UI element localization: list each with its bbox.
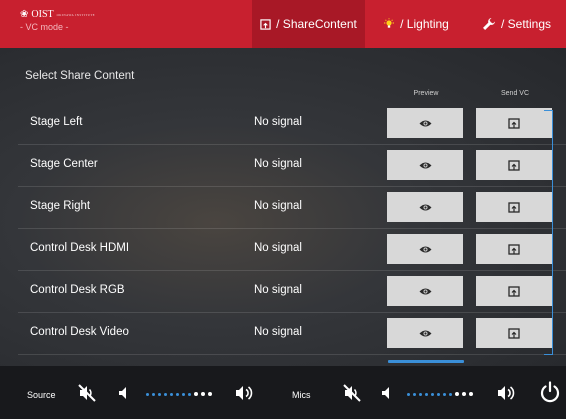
preview-button[interactable] [387,318,463,348]
eye-icon [419,119,432,128]
preview-button[interactable] [387,192,463,222]
source-row: Stage Right No signal [18,187,566,229]
send-vc-button[interactable] [476,234,552,264]
share-content-panel: Select Share Content Preview Send VC Sta… [0,48,566,366]
share-screen-icon [508,201,520,213]
section-title: Select Share Content [25,70,135,82]
send-vc-button[interactable] [476,108,552,138]
share-screen-icon [508,243,520,255]
volume-level-dot [182,392,185,396]
lightbulb-icon [384,18,395,28]
wrench-icon [482,18,495,30]
source-label: Source [27,390,56,400]
volume-level-dot [194,392,198,396]
volume-level-dot [455,392,459,396]
eye-icon [419,203,432,212]
source-mute-icon[interactable] [76,382,98,404]
volume-level-dot [462,392,466,396]
send-vc-column-header: Send VC [500,90,530,97]
source-name: Stage Left [30,116,83,128]
source-row: Stage Left No signal [18,103,566,145]
source-volume-up-icon[interactable] [234,382,256,404]
source-name: Control Desk Video [30,326,129,338]
mics-volume-down-icon[interactable] [377,382,399,404]
scroll-indicator[interactable] [388,360,464,363]
share-screen-icon [260,18,271,30]
volume-level-dot [201,392,205,396]
source-row: Control Desk RGB No signal [18,271,566,313]
power-icon[interactable] [538,380,562,404]
selection-bracket [544,110,553,355]
tab-sharecontent[interactable]: / ShareContent [252,0,365,48]
volume-level-dot [170,392,173,396]
signal-status: No signal [254,326,302,338]
volume-level-dot [419,392,422,396]
eye-icon [419,287,432,296]
volume-level-dot [443,392,446,396]
mics-mute-icon[interactable] [341,382,363,404]
send-vc-button[interactable] [476,318,552,348]
header-bar: ❀ OIST OKINAWA INSTITUTE - VC mode - / S… [0,0,566,48]
signal-status: No signal [254,158,302,170]
source-name: Stage Center [30,158,98,170]
send-vc-button[interactable] [476,150,552,180]
preview-button[interactable] [387,276,463,306]
source-volume-slider[interactable] [146,390,212,398]
eye-icon [419,161,432,170]
volume-level-dot [188,392,191,396]
send-vc-button[interactable] [476,192,552,222]
audio-footer: Source Mics [0,366,566,419]
preview-button[interactable] [387,234,463,264]
mics-volume-up-icon[interactable] [496,382,518,404]
source-name: Control Desk RGB [30,284,125,296]
volume-level-dot [208,392,212,396]
volume-level-dot [176,392,179,396]
volume-level-dot [449,392,452,396]
share-screen-icon [508,117,520,129]
source-volume-down-icon[interactable] [114,382,136,404]
tab-lighting[interactable]: / Lighting [365,0,467,48]
eye-icon [419,329,432,338]
source-name: Stage Right [30,200,91,212]
source-row: Control Desk Video No signal [18,313,566,355]
oist-logo: ❀ OIST OKINAWA INSTITUTE [20,9,96,20]
preview-column-header: Preview [413,90,439,97]
preview-button[interactable] [387,150,463,180]
signal-status: No signal [254,200,302,212]
mode-label: - VC mode - [20,22,69,32]
volume-level-dot [146,392,149,396]
logo-mark-icon: ❀ [20,9,29,20]
volume-level-dot [469,392,473,396]
source-row: Control Desk HDMI No signal [18,229,566,271]
volume-level-dot [164,392,167,396]
volume-level-dot [158,392,161,396]
volume-level-dot [407,392,410,396]
tab-bar: / ShareContent / Lighting / Settings [252,0,566,48]
signal-status: No signal [254,242,302,254]
mics-volume-slider[interactable] [407,390,473,398]
share-screen-icon [508,285,520,297]
volume-level-dot [431,392,434,396]
volume-level-dot [413,392,416,396]
source-name: Control Desk HDMI [30,242,130,254]
signal-status: No signal [254,284,302,296]
send-vc-button[interactable] [476,276,552,306]
volume-level-dot [425,392,428,396]
tab-settings[interactable]: / Settings [467,0,566,48]
preview-button[interactable] [387,108,463,138]
share-screen-icon [508,159,520,171]
source-row: Stage Center No signal [18,145,566,187]
share-screen-icon [508,327,520,339]
eye-icon [419,245,432,254]
mics-label: Mics [292,390,311,400]
brand: ❀ OIST OKINAWA INSTITUTE - VC mode - [0,0,250,48]
signal-status: No signal [254,116,302,128]
volume-level-dot [437,392,440,396]
volume-level-dot [152,392,155,396]
